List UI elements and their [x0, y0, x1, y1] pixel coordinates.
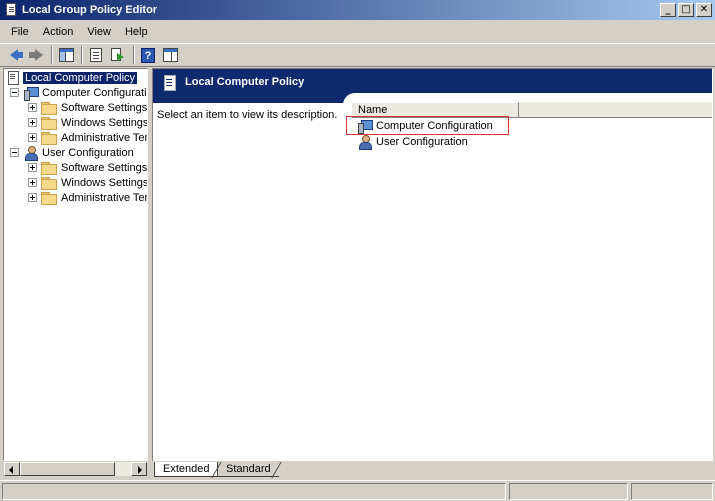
details-header-title: Local Computer Policy: [185, 76, 305, 88]
list-item-user-configuration[interactable]: User Configuration: [351, 134, 712, 150]
forward-button[interactable]: [26, 45, 46, 65]
menu-action[interactable]: Action: [36, 26, 81, 38]
forward-arrow-icon: [29, 49, 43, 61]
user-icon: [357, 135, 373, 150]
tab-extended[interactable]: Extended: [154, 462, 219, 477]
folder-icon: [41, 131, 57, 145]
back-arrow-icon: [10, 49, 23, 61]
show-hide-action-pane-button[interactable]: [160, 45, 180, 65]
user-icon: [23, 145, 39, 161]
tree-item-label: Software Settings: [61, 161, 148, 174]
properties-icon: [90, 48, 102, 62]
show-hide-console-tree-button[interactable]: [56, 45, 76, 65]
folder-icon: [41, 161, 57, 175]
scroll-left-button[interactable]: [4, 462, 20, 476]
title-bar[interactable]: Local Group Policy Editor _ □ ✕: [0, 0, 715, 20]
policy-icon: [163, 75, 177, 91]
tree-item-computer-configuration[interactable]: Computer Configuratio: [10, 85, 148, 101]
tree-item-windows-settings[interactable]: Windows Settings: [28, 175, 148, 190]
status-cell-main: [2, 483, 506, 500]
console-tree[interactable]: Local Computer Policy Computer Configura…: [3, 68, 148, 461]
expand-icon[interactable]: [28, 133, 37, 142]
tree-item-software-settings[interactable]: Software Settings: [28, 100, 147, 115]
column-header-filler: [519, 102, 712, 118]
show-hide-console-tree-icon: [58, 48, 74, 62]
menu-file[interactable]: File: [4, 26, 36, 38]
properties-button[interactable]: [86, 45, 106, 65]
group-policy-app-icon: [4, 3, 18, 17]
folder-icon: [41, 101, 57, 115]
tree-item-software-settings[interactable]: Software Settings: [28, 160, 147, 175]
tree-item-label: Computer Configuratio: [42, 86, 148, 99]
tree-item-user-configuration[interactable]: User Configuration: [10, 145, 134, 161]
expand-icon[interactable]: [28, 103, 37, 112]
tree-item-windows-settings[interactable]: Windows Settings: [28, 115, 148, 130]
back-button[interactable]: [4, 45, 24, 65]
tree-item-label: Software Settings: [61, 101, 148, 114]
maximize-button[interactable]: □: [678, 3, 694, 17]
collapse-icon[interactable]: [10, 88, 19, 97]
details-pane: Local Computer Policy Select an item to …: [152, 68, 713, 462]
toolbar-separator: [51, 46, 53, 64]
minimize-button[interactable]: _: [660, 3, 676, 17]
collapse-icon[interactable]: [10, 148, 19, 157]
tree-item-label: Windows Settings: [61, 116, 148, 129]
list-item-label: User Configuration: [376, 136, 468, 148]
toolbar-separator: [133, 46, 135, 64]
computer-icon: [23, 86, 39, 101]
window-title: Local Group Policy Editor: [22, 4, 158, 16]
expand-icon[interactable]: [28, 193, 37, 202]
menu-bar: File Action View Help: [0, 22, 715, 42]
export-list-button[interactable]: [108, 45, 128, 65]
tree-item-label: Administrative Tem: [61, 191, 148, 204]
show-hide-action-pane-icon: [162, 48, 178, 62]
folder-icon: [41, 176, 57, 190]
menu-view[interactable]: View: [80, 26, 118, 38]
tree-item-label: User Configuration: [42, 146, 134, 159]
tree-item-label: Administrative Tem: [61, 131, 148, 144]
expand-icon[interactable]: [28, 178, 37, 187]
tree-item-label: Windows Settings: [61, 176, 148, 189]
help-button[interactable]: ?: [138, 45, 158, 65]
tree-item-administrative-templates[interactable]: Administrative Tem: [28, 190, 148, 205]
help-icon: ?: [141, 47, 155, 63]
description-text: Select an item to view its description.: [157, 109, 338, 121]
menu-help[interactable]: Help: [118, 26, 155, 38]
folder-icon: [41, 116, 57, 130]
tree-item-administrative-templates[interactable]: Administrative Tem: [28, 130, 148, 145]
status-cell: [509, 483, 628, 500]
tree-horizontal-scrollbar[interactable]: [3, 461, 148, 477]
toolbar-separator: [81, 46, 83, 64]
expand-icon[interactable]: [28, 163, 37, 172]
tree-item-label: Local Computer Policy: [21, 70, 139, 85]
scroll-right-button[interactable]: [131, 462, 147, 476]
policy-icon: [6, 70, 20, 85]
tab-standard[interactable]: Standard: [218, 462, 279, 477]
close-button[interactable]: ✕: [696, 3, 712, 17]
folder-icon: [41, 191, 57, 205]
scroll-thumb[interactable]: [20, 462, 115, 476]
expand-icon[interactable]: [28, 118, 37, 127]
highlight-box: [346, 116, 509, 135]
export-list-icon: [111, 48, 125, 62]
toolbar: ?: [0, 43, 715, 67]
status-bar: [0, 480, 715, 501]
tree-item-local-computer-policy[interactable]: Local Computer Policy: [6, 70, 139, 85]
status-cell: [631, 483, 713, 500]
window-controls: _ □ ✕: [660, 3, 712, 17]
view-tabs: Extended Standard: [152, 461, 713, 478]
